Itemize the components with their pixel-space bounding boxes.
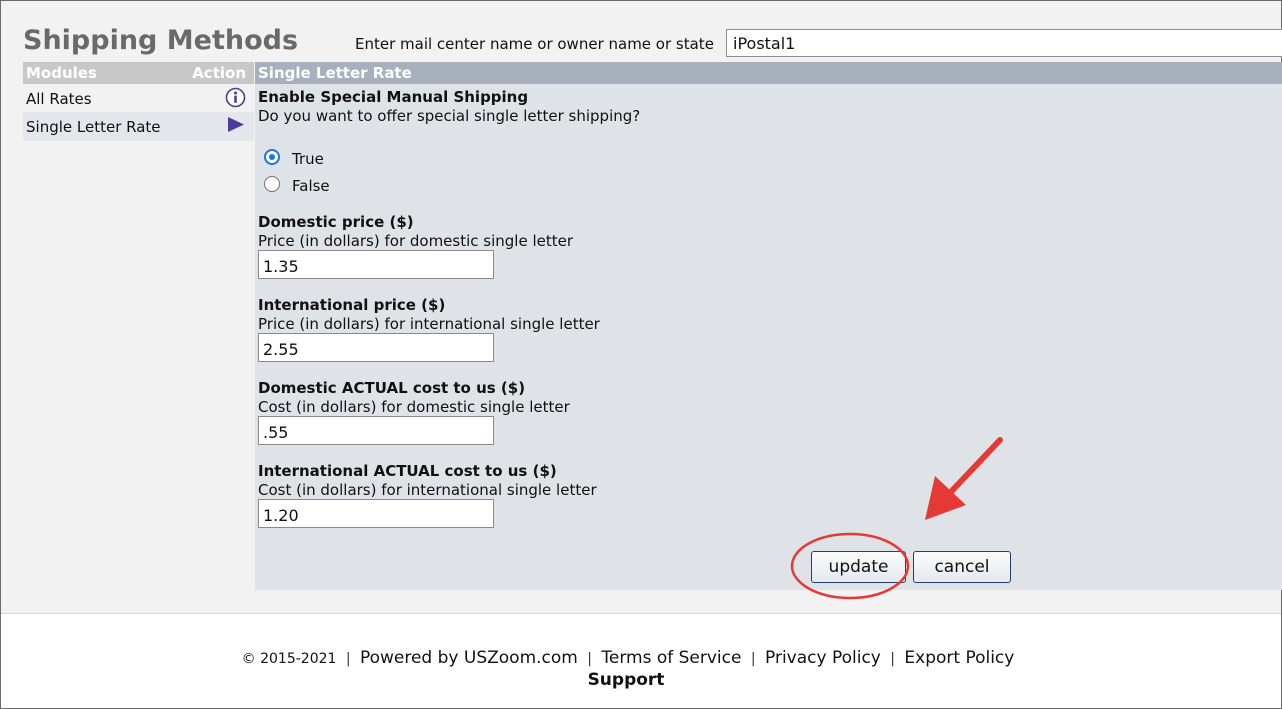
domestic-price-description: Price (in dollars) for domestic single l… (258, 232, 574, 250)
page-title: Shipping Methods (23, 25, 299, 56)
domestic-cost-description: Cost (in dollars) for domestic single le… (258, 398, 570, 416)
radio-false[interactable]: False (264, 173, 330, 195)
footer-link-terms[interactable]: Terms of Service (601, 648, 741, 668)
domestic-cost-input[interactable] (258, 416, 494, 445)
radio-true-label: True (292, 150, 324, 168)
sidebar-item-label: All Rates (26, 90, 92, 108)
domestic-price-title: Domestic price ($) (258, 213, 414, 231)
play-arrow-icon[interactable] (225, 115, 246, 136)
domestic-cost-title: Domestic ACTUAL cost to us ($) (258, 379, 526, 397)
footer-copyright: © 2015-2021 (241, 651, 337, 667)
international-price-input[interactable] (258, 333, 494, 362)
footer-separator: | (890, 651, 895, 667)
footer-link-export[interactable]: Export Policy (904, 648, 1014, 668)
screenshot-frame: Shipping Methods Enter mail center name … (0, 0, 1282, 709)
international-price-title: International price ($) (258, 296, 446, 314)
footer-link-privacy[interactable]: Privacy Policy (765, 648, 881, 668)
international-cost-title: International ACTUAL cost to us ($) (258, 462, 557, 480)
modules-sidebar: Modules Action All Rates Single Letter R… (23, 62, 254, 141)
enable-shipping-description: Do you want to offer special single lett… (258, 107, 641, 125)
search-input[interactable] (726, 29, 1282, 57)
sidebar-item-all-rates[interactable]: All Rates (23, 84, 254, 112)
radio-false-label: False (292, 177, 330, 195)
sidebar-item-single-letter-rate[interactable]: Single Letter Rate (23, 112, 254, 141)
radio-true[interactable]: True (264, 146, 324, 168)
sidebar-item-label: Single Letter Rate (26, 118, 161, 136)
sidebar-header: Modules Action (23, 62, 254, 84)
page-content: Shipping Methods Enter mail center name … (1, 1, 1282, 614)
enable-shipping-title: Enable Special Manual Shipping (258, 88, 529, 106)
international-price-description: Price (in dollars) for international sin… (258, 315, 600, 333)
action-column-header: Action (192, 64, 246, 82)
radio-false-button[interactable] (264, 176, 280, 192)
single-letter-rate-panel: Single Letter Rate Enable Special Manual… (255, 62, 1282, 590)
panel-title: Single Letter Rate (255, 62, 1282, 84)
footer-links: © 2015-2021 | Powered by USZoom.com | Te… (1, 648, 1255, 668)
footer-link-support[interactable]: Support (1, 670, 1251, 690)
cancel-button[interactable]: cancel (913, 551, 1011, 583)
modules-column-header: Modules (26, 64, 97, 82)
international-cost-description: Cost (in dollars) for international sing… (258, 481, 597, 499)
info-icon[interactable] (225, 87, 246, 108)
update-button[interactable]: update (811, 551, 906, 583)
footer-separator: | (587, 651, 592, 667)
footer-separator: | (345, 651, 351, 667)
footer-link-powered-by[interactable]: Powered by USZoom.com (360, 648, 578, 668)
international-cost-input[interactable] (258, 499, 494, 528)
footer-separator: | (750, 651, 756, 667)
domestic-price-input[interactable] (258, 250, 494, 279)
search-label: Enter mail center name or owner name or … (355, 35, 714, 53)
radio-true-button[interactable] (264, 149, 280, 165)
